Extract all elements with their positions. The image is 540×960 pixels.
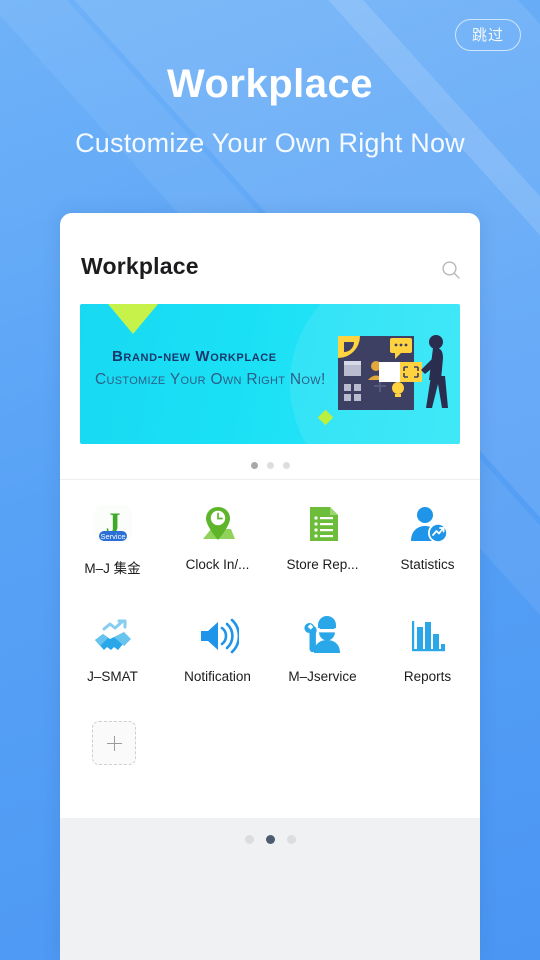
app-tile-reports[interactable]: Reports bbox=[375, 605, 480, 717]
section-divider bbox=[60, 479, 480, 480]
add-app-row bbox=[60, 721, 480, 791]
app-label: M–Jservice bbox=[288, 669, 357, 684]
banner-dot-3[interactable] bbox=[282, 462, 290, 469]
bar-chart-icon bbox=[407, 615, 449, 657]
speaker-icon bbox=[197, 615, 239, 657]
page-title: Workplace bbox=[166, 62, 374, 106]
banner-subheadline: Customize Your Own Right Now! bbox=[95, 371, 326, 388]
card-page-dot-3[interactable] bbox=[286, 835, 296, 844]
app-tile-m-jservice[interactable]: M–Jservice bbox=[270, 605, 375, 717]
card-page-dot-2[interactable] bbox=[265, 835, 275, 844]
app-tile-mj-jijin[interactable]: J Service M–J 集金 bbox=[60, 493, 165, 605]
app-label: Reports bbox=[403, 669, 452, 684]
handshake-growth-icon bbox=[92, 615, 134, 657]
worker-wrench-icon bbox=[302, 615, 344, 657]
promo-banner[interactable]: Brand-new Workplace Customize Your Own R… bbox=[80, 304, 460, 444]
app-tile-notification[interactable]: Notification bbox=[165, 605, 270, 717]
card-topbar: Workplace bbox=[60, 213, 480, 304]
phone-preview-card: Workplace Brand-new Workplace Customize … bbox=[60, 213, 480, 960]
j-service-icon: J Service bbox=[92, 503, 134, 545]
banner-headline: Brand-new Workplace bbox=[112, 348, 277, 365]
onboarding-screen: 跳过 Workplace Customize Your Own Right No… bbox=[0, 0, 540, 960]
app-label: Statistics bbox=[400, 557, 455, 572]
app-tile-statistics[interactable]: Statistics bbox=[375, 493, 480, 605]
app-label: M–J 集金 bbox=[84, 561, 141, 576]
app-label: Notification bbox=[184, 669, 251, 684]
banner-illustration bbox=[334, 322, 452, 426]
app-label: Clock In/... bbox=[185, 557, 250, 572]
location-clock-icon bbox=[197, 503, 239, 545]
plus-icon bbox=[106, 735, 122, 751]
card-page-dot-1[interactable] bbox=[244, 835, 254, 844]
app-label: Store Rep... bbox=[286, 557, 359, 572]
app-tile-clock-in[interactable]: Clock In/... bbox=[165, 493, 270, 605]
user-stats-icon bbox=[407, 503, 449, 545]
banner-triangle-decoration bbox=[108, 304, 158, 334]
search-icon[interactable] bbox=[440, 259, 462, 281]
skip-button[interactable]: 跳过 bbox=[455, 19, 521, 51]
banner-dot-2[interactable] bbox=[266, 462, 274, 469]
app-grid: J Service M–J 集金 Clock In/... Store Rep.… bbox=[60, 493, 480, 717]
add-app-button[interactable] bbox=[92, 721, 136, 765]
app-tile-j-smat[interactable]: J–SMAT bbox=[60, 605, 165, 717]
app-label: J–SMAT bbox=[87, 669, 138, 684]
banner-dot-1[interactable] bbox=[250, 462, 258, 469]
card-page-dots[interactable] bbox=[60, 835, 480, 844]
app-tile-store-report[interactable]: Store Rep... bbox=[270, 493, 375, 605]
card-title: Workplace bbox=[81, 253, 199, 279]
document-list-icon bbox=[302, 503, 344, 545]
svg-text:Service: Service bbox=[100, 532, 125, 541]
banner-carousel-dots[interactable] bbox=[60, 462, 480, 469]
page-subtitle: Customize Your Own Right Now bbox=[75, 128, 465, 158]
